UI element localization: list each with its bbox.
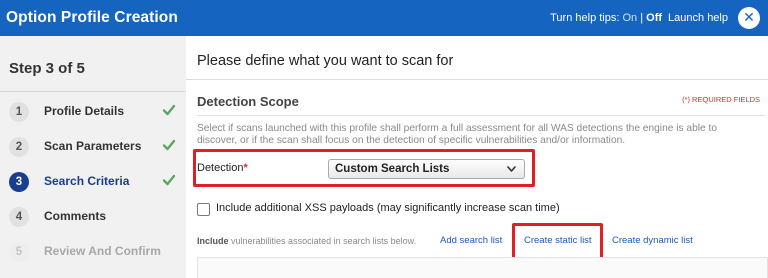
xss-payloads-checkbox[interactable] [197, 203, 210, 216]
header-controls: Turn help tips: On | Off Launch help ✕ [550, 0, 760, 36]
search-lists-panel [197, 257, 768, 278]
step-number: 4 [9, 207, 29, 227]
close-button[interactable]: ✕ [738, 7, 760, 29]
step-label: Scan Parameters [44, 139, 142, 153]
static-list-highlight-box [512, 223, 603, 261]
help-tips-on[interactable]: On [622, 12, 637, 24]
include-bold: Include [197, 236, 229, 246]
help-tips-off[interactable]: Off [646, 12, 662, 24]
step-label: Comments [44, 209, 107, 223]
step-label: Profile Details [44, 104, 125, 118]
section-title: Detection Scope [197, 94, 299, 109]
main-panel: Please define what you want to scan for … [186, 36, 768, 278]
title-divider [186, 79, 768, 80]
create-dynamic-list-link[interactable]: Create dynamic list [612, 235, 693, 246]
help-tips-separator: | [640, 12, 644, 24]
step-label: Review And Confirm [44, 244, 161, 258]
step-number: 3 [9, 172, 29, 192]
add-search-list-link[interactable]: Add search list [440, 235, 502, 246]
dialog-header: Option Profile Creation Turn help tips: … [0, 0, 768, 36]
check-icon [162, 174, 176, 186]
required-fields-note: (*) REQUIRED FIELDS [682, 95, 760, 104]
help-tips-toggle: Turn help tips: On | Off [550, 12, 662, 24]
step-divider [0, 91, 186, 92]
step-number: 2 [9, 137, 29, 157]
step-label: Search Criteria [44, 174, 130, 188]
check-icon [162, 139, 176, 151]
step-review-and-confirm: 5 Review And Confirm [0, 234, 186, 268]
step-scan-parameters[interactable]: 2 Scan Parameters [0, 129, 186, 163]
section-description: Select if scans launched with this profi… [197, 123, 718, 147]
dialog-title: Option Profile Creation [6, 9, 178, 26]
step-number: 1 [9, 102, 29, 122]
include-text: Include vulnerabilities associated in se… [197, 236, 416, 246]
step-counter: Step 3 of 5 [9, 60, 85, 77]
check-icon [162, 104, 176, 116]
step-search-criteria[interactable]: 3 Search Criteria [0, 164, 186, 198]
section-divider [197, 115, 765, 116]
launch-help-link[interactable]: Launch help [668, 12, 728, 24]
page-title: Please define what you want to scan for [197, 53, 454, 69]
include-description: vulnerabilities associated in search lis… [231, 236, 417, 246]
detection-highlight-box [193, 149, 535, 187]
help-tips-label: Turn help tips: [550, 12, 620, 24]
close-icon: ✕ [743, 10, 755, 26]
xss-payloads-label[interactable]: Include additional XSS payloads (may sig… [216, 202, 560, 214]
step-comments[interactable]: 4 Comments [0, 199, 186, 233]
step-profile-details[interactable]: 1 Profile Details [0, 94, 186, 128]
wizard-sidebar: Step 3 of 5 1 Profile Details 2 Scan Par… [0, 36, 186, 278]
step-number: 5 [9, 242, 29, 262]
